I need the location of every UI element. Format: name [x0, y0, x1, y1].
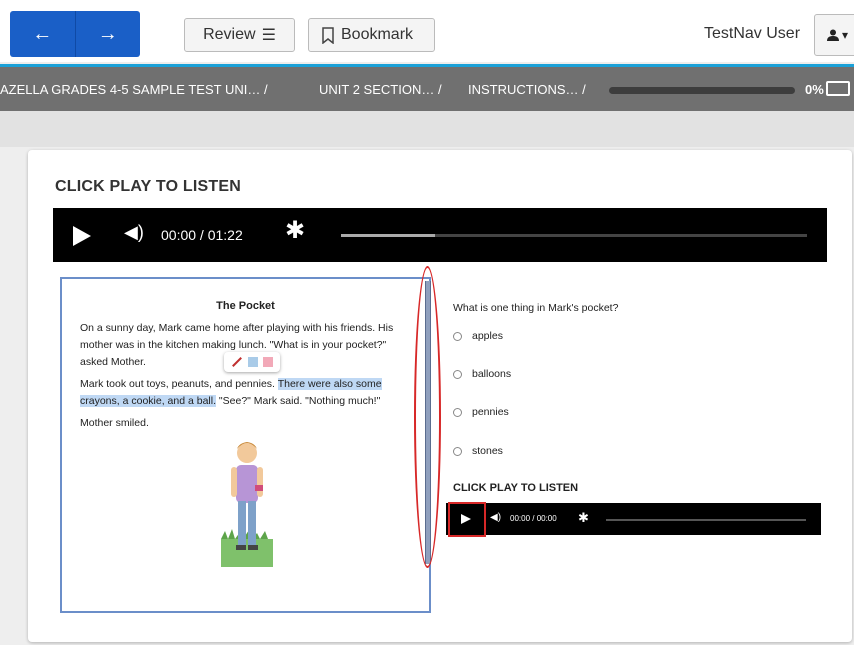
audio-progress-track[interactable]	[606, 519, 806, 521]
answer-option[interactable]: balloons	[453, 368, 511, 380]
top-toolbar: ← → Review ☰ Bookmark TestNav User ▾	[0, 0, 854, 62]
volume-icon[interactable]: ◀)	[124, 222, 144, 243]
option-label: stones	[472, 445, 503, 457]
question-audio-title: CLICK PLAY TO LISTEN	[453, 482, 579, 494]
review-button[interactable]: Review ☰	[184, 18, 295, 52]
user-menu-button[interactable]: ▾	[814, 14, 854, 56]
progress-percent: 0%	[805, 82, 824, 97]
user-name: TestNav User	[704, 25, 801, 42]
audio-progress-track[interactable]	[341, 234, 807, 237]
breadcrumb-item-section[interactable]: UNIT 2 SECTION… /	[319, 82, 442, 97]
bookmark-icon	[322, 26, 334, 44]
radio-button[interactable]	[453, 331, 462, 341]
arrow-right-icon: →	[97, 22, 118, 45]
passage-paragraph: Mark took out toys, peanuts, and pennies…	[80, 376, 412, 410]
radio-button[interactable]	[453, 446, 462, 456]
answer-option[interactable]: pennies	[453, 406, 509, 418]
passage-text: Mark took out toys, peanuts, and pennies…	[80, 378, 278, 390]
navigation-buttons: ← →	[10, 11, 140, 57]
page-title: CLICK PLAY TO LISTEN	[55, 178, 241, 195]
passage-title: The Pocket	[216, 300, 275, 312]
passage-panel: The Pocket On a sunny day, Mark came hom…	[60, 277, 431, 613]
arrow-left-icon: ←	[32, 22, 53, 45]
annotation-oval	[414, 266, 441, 568]
audio-player: ◀) 00:00 / 01:22 ✱	[53, 208, 827, 262]
answer-option[interactable]: apples	[453, 330, 503, 342]
breadcrumb-item-instructions[interactable]: INSTRUCTIONS… /	[468, 82, 586, 97]
audio-time: 00:00 / 00:00	[510, 514, 557, 523]
user-icon	[827, 29, 839, 41]
list-icon: ☰	[261, 27, 276, 44]
question-prompt: What is one thing in Mark's pocket?	[453, 302, 619, 314]
gear-icon[interactable]: ✱	[285, 219, 305, 243]
review-label: Review	[203, 26, 256, 43]
back-button[interactable]: ←	[10, 11, 75, 57]
radio-button[interactable]	[453, 369, 462, 379]
audio-time: 00:00 / 01:22	[161, 227, 243, 243]
highlight-blue-swatch[interactable]	[247, 357, 258, 367]
breadcrumb-item-test[interactable]: AZELLA GRADES 4-5 SAMPLE TEST UNI… /	[0, 82, 268, 97]
option-label: pennies	[472, 406, 509, 418]
pen-icon[interactable]	[231, 357, 242, 367]
highlight-toolbar	[224, 352, 280, 372]
volume-icon[interactable]: ◀)	[490, 512, 501, 523]
bookmark-label: Bookmark	[341, 26, 414, 43]
option-label: apples	[472, 330, 503, 342]
annotation-box	[448, 502, 486, 537]
radio-button[interactable]	[453, 407, 462, 417]
question-audio-player: ◀) 00:00 / 00:00 ✱	[446, 503, 821, 535]
answer-option[interactable]: stones	[453, 445, 503, 457]
bookmark-button[interactable]: Bookmark	[308, 18, 435, 52]
gear-icon[interactable]: ✱	[578, 510, 589, 526]
passage-text: "See?" Mark said. "Nothing much!"	[216, 395, 381, 407]
audio-buffered	[341, 234, 435, 237]
chevron-down-icon: ▾	[842, 28, 849, 42]
progress-bar	[609, 87, 795, 94]
background-stripe	[0, 111, 854, 147]
forward-button[interactable]: →	[74, 11, 141, 57]
boy-illustration	[221, 442, 273, 567]
play-icon[interactable]	[73, 226, 91, 246]
passage-paragraph: Mother smiled.	[80, 417, 149, 429]
breadcrumb: AZELLA GRADES 4-5 SAMPLE TEST UNI… / UNI…	[0, 67, 854, 111]
option-label: balloons	[472, 368, 512, 380]
highlight-pink-swatch[interactable]	[263, 357, 274, 367]
question-card: CLICK PLAY TO LISTEN ◀) 00:00 / 01:22 ✱ …	[28, 150, 852, 642]
battery-icon	[826, 81, 850, 96]
